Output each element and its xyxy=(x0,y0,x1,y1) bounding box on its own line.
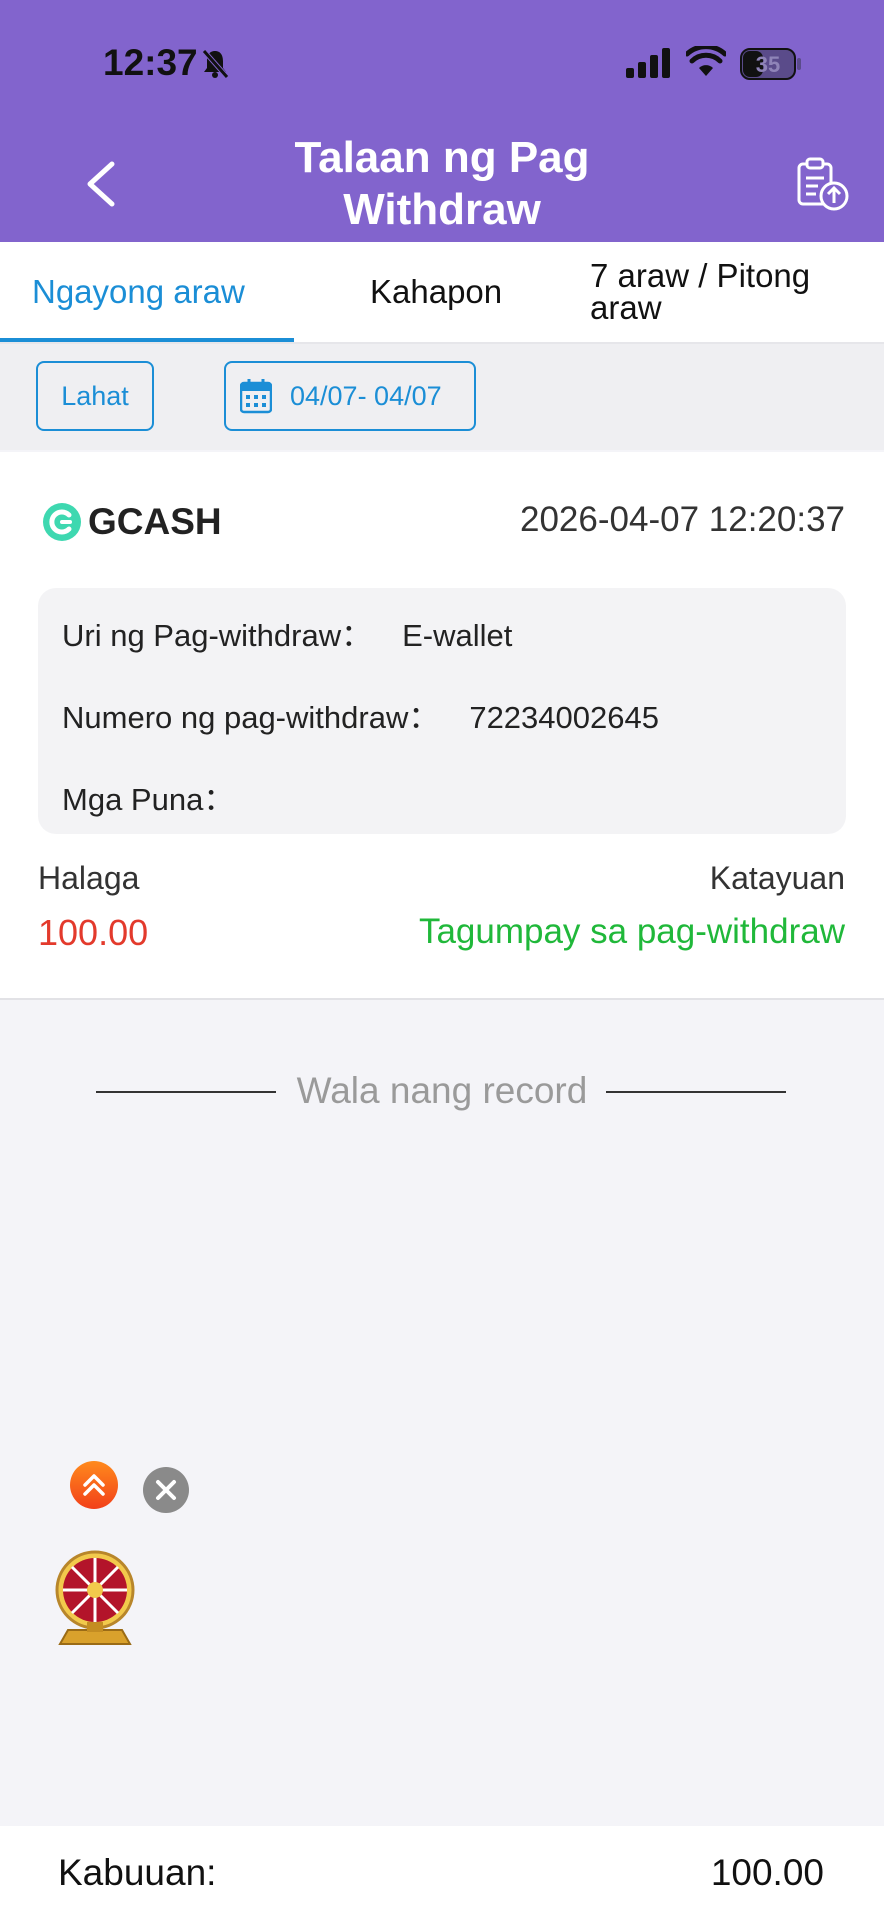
lucky-wheel-icon[interactable] xyxy=(50,1548,140,1648)
tab-yesterday[interactable]: Kahapon xyxy=(370,242,502,342)
total-label: Kabuuan: xyxy=(58,1852,217,1893)
no-more-records: Wala nang record xyxy=(0,1066,884,1116)
scroll-up-icon[interactable] xyxy=(69,1460,119,1510)
all-filter-button[interactable]: Lahat xyxy=(36,361,154,431)
status-time: 12:37 xyxy=(103,42,198,83)
amount-label: Halaga xyxy=(38,860,140,896)
status-label: Katayuan xyxy=(709,860,845,896)
divider-right xyxy=(606,1091,786,1093)
record-datetime: 2026-04-07 12:20:37 xyxy=(520,500,845,539)
svg-text:35: 35 xyxy=(756,52,780,77)
bell-muted-icon xyxy=(202,49,229,79)
status-value: Tagumpay sa pag-withdraw xyxy=(418,912,845,951)
gcash-logo: GCASH xyxy=(42,501,222,543)
remarks-row: Mga Puna： xyxy=(62,782,235,817)
export-record-icon[interactable] xyxy=(794,156,850,212)
withdraw-number-row: Numero ng pag-withdraw： 72234002645 xyxy=(62,700,659,735)
gcash-logo-icon xyxy=(43,503,81,541)
wifi-icon xyxy=(686,46,726,76)
tab-seven-days[interactable]: 7 araw / Pitong araw xyxy=(590,242,850,342)
date-range-label: 04/07- 04/07 xyxy=(290,380,442,411)
total-footer: Kabuuan: 100.00 xyxy=(0,1826,884,1920)
withdraw-record-card[interactable]: GCASH 2026-04-07 12:20:37 Uri ng Pag-wit… xyxy=(0,452,884,1000)
total-value: 100.00 xyxy=(710,1852,824,1893)
amount-value: 100.00 xyxy=(38,912,149,953)
active-tab-indicator xyxy=(0,338,294,342)
tab-today[interactable]: Ngayong araw xyxy=(32,242,245,342)
date-range-button[interactable]: 04/07- 04/07 xyxy=(224,361,476,431)
record-details: Uri ng Pag-withdraw： E-wallet Numero ng p… xyxy=(38,588,846,834)
filter-bar: Lahat 04/07- 04/07 xyxy=(0,344,884,450)
date-tabs: Ngayong araw Kahapon 7 araw / Pitong ara… xyxy=(0,242,884,344)
signal-icon xyxy=(626,48,670,78)
withdraw-type-row: Uri ng Pag-withdraw： E-wallet xyxy=(62,618,513,653)
close-icon[interactable] xyxy=(142,1466,190,1514)
calendar-icon xyxy=(240,379,272,414)
battery-icon: 35 xyxy=(740,48,801,80)
page-title: Talaan ng Pag Withdraw xyxy=(294,133,590,234)
header-bar: 12:37 35 Talaan ng Pag Withdraw xyxy=(0,0,884,242)
